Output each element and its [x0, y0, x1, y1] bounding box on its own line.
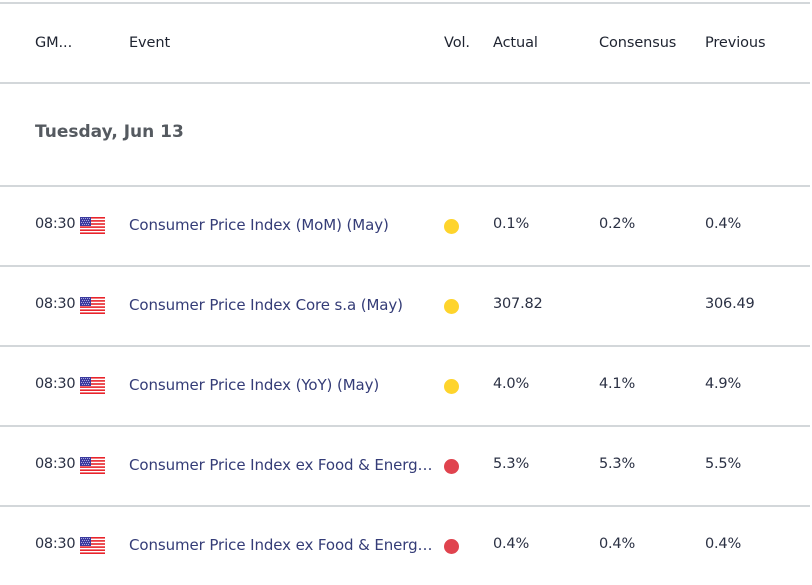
event-name-link[interactable]: Consumer Price Index (YoY) (May): [129, 376, 439, 394]
event-time: 08:30: [35, 376, 76, 392]
event-name-link[interactable]: Consumer Price Index (MoM) (May): [129, 216, 439, 234]
previous-value: 5.5%: [705, 456, 742, 472]
event-time: 08:30: [35, 216, 76, 232]
high-volatility-dot-icon: [444, 539, 459, 554]
actual-value: 0.1%: [493, 216, 530, 232]
event-name-link[interactable]: Consumer Price Index ex Food & Energy (Y…: [129, 456, 439, 474]
us-flag-icon: [80, 537, 105, 554]
date-group-header: Tuesday, Jun 13: [0, 84, 810, 185]
actual-value: 307.82: [493, 296, 543, 312]
previous-value: 4.9%: [705, 376, 742, 392]
table-header: GM... Event Vol. Actual Consensus Previo…: [0, 4, 810, 82]
high-volatility-dot-icon: [444, 459, 459, 474]
previous-value: 0.4%: [705, 216, 742, 232]
previous-value: 0.4%: [705, 536, 742, 552]
event-row[interactable]: 08:30 Consumer Price Index ex Food & Ene…: [0, 427, 810, 505]
us-flag-icon: [80, 217, 105, 234]
medium-volatility-dot-icon: [444, 379, 459, 394]
event-time: 08:30: [35, 456, 76, 472]
event-time: 08:30: [35, 536, 76, 552]
column-header-consensus[interactable]: Consensus: [599, 35, 676, 51]
consensus-value: 0.2%: [599, 216, 636, 232]
us-flag-icon: [80, 377, 105, 394]
us-flag-icon: [80, 457, 105, 474]
event-row[interactable]: 08:30 Consumer Price Index (MoM) (May) 0…: [0, 187, 810, 265]
event-name-link[interactable]: Consumer Price Index Core s.a (May): [129, 296, 439, 314]
actual-value: 4.0%: [493, 376, 530, 392]
column-header-actual[interactable]: Actual: [493, 35, 538, 51]
medium-volatility-dot-icon: [444, 219, 459, 234]
medium-volatility-dot-icon: [444, 299, 459, 314]
event-row[interactable]: 08:30 Consumer Price Index (YoY) (May) 4…: [0, 347, 810, 425]
previous-value: 306.49: [705, 296, 755, 312]
event-row[interactable]: 08:30 Consumer Price Index Core s.a (May…: [0, 267, 810, 345]
event-time: 08:30: [35, 296, 76, 312]
column-header-previous[interactable]: Previous: [705, 35, 766, 51]
actual-value: 5.3%: [493, 456, 530, 472]
date-label: Tuesday, Jun 13: [35, 122, 184, 142]
consensus-value: 5.3%: [599, 456, 636, 472]
consensus-value: 0.4%: [599, 536, 636, 552]
event-row[interactable]: 08:30 Consumer Price Index ex Food & Ene…: [0, 507, 810, 585]
us-flag-icon: [80, 297, 105, 314]
column-header-event[interactable]: Event: [129, 35, 170, 51]
column-header-volatility[interactable]: Vol.: [444, 35, 470, 51]
event-name-link[interactable]: Consumer Price Index ex Food & Energy (M…: [129, 536, 439, 554]
actual-value: 0.4%: [493, 536, 530, 552]
column-header-time[interactable]: GM...: [35, 35, 72, 51]
consensus-value: 4.1%: [599, 376, 636, 392]
